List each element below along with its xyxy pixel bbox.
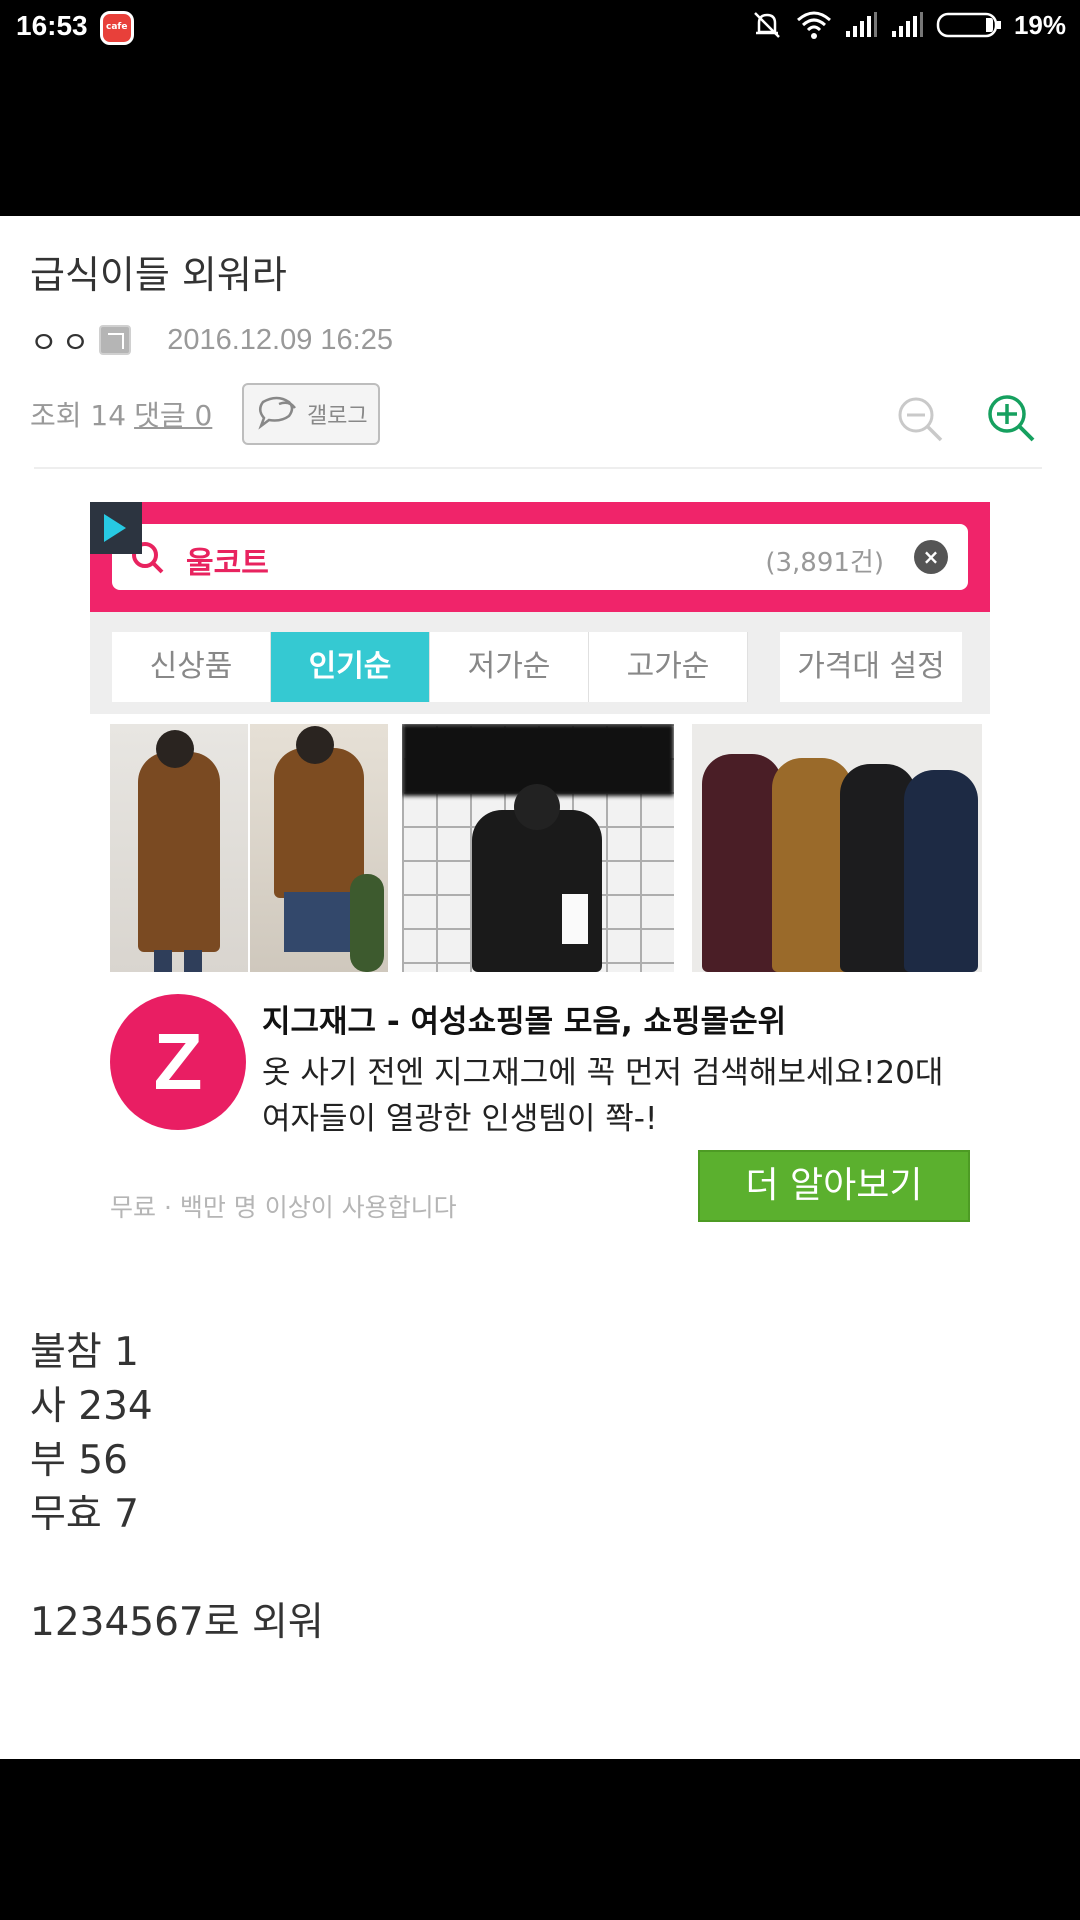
ad-play-icon xyxy=(90,502,142,554)
post-date: 2016.12.09 16:25 xyxy=(167,323,393,356)
ad-tab-popular: 인기순 xyxy=(271,632,430,702)
author-row: ㅇㅇ 2016.12.09 16:25 xyxy=(30,318,393,362)
body-line xyxy=(30,1542,324,1596)
product-photo xyxy=(402,724,674,972)
signal-icon xyxy=(845,12,877,37)
gallog-label: 갤로그 xyxy=(306,404,368,429)
divider xyxy=(34,467,1042,469)
ad-tabs-band: 신상품 인기순 저가순 고가순 가격대 설정 xyxy=(90,612,990,714)
ad-search-query: 울코트 xyxy=(186,546,269,581)
learn-more-button[interactable]: 더 알아보기 xyxy=(698,1150,970,1222)
speech-bubble-icon xyxy=(258,396,296,430)
zoom-out-icon[interactable] xyxy=(895,394,945,444)
product-photo xyxy=(692,724,982,972)
author-name[interactable]: ㅇㅇ xyxy=(30,318,93,362)
status-bar: 16:53 cafe 19% xyxy=(0,0,1080,56)
signal-icon xyxy=(891,12,923,37)
comment-count-link[interactable]: 댓글 0 xyxy=(134,394,212,434)
ad-title[interactable]: 지그재그 - 여성쇼핑몰 모음, 쇼핑몰순위 xyxy=(262,996,786,1041)
battery-percent: 19% xyxy=(1013,9,1066,40)
status-time: 16:53 xyxy=(16,10,88,41)
product-photo xyxy=(110,724,248,972)
article: 급식이들 외워라 ㅇㅇ 2016.12.09 16:25 조회 14 댓글 0 … xyxy=(0,216,1080,1759)
stats-row: 조회 14 댓글 0 갤로그 xyxy=(30,383,381,445)
ad-subtitle: 무료 · 백만 명 이상이 사용합니다 xyxy=(110,1193,457,1222)
ad-search-band: 울코트 (3,891건) × xyxy=(90,502,990,612)
zoom-in-icon[interactable] xyxy=(985,392,1037,444)
ad-tab-low-price: 저가순 xyxy=(430,632,589,702)
body-line: 무효 7 xyxy=(30,1492,139,1537)
cafe-app-icon: cafe xyxy=(100,11,134,45)
ad-sort-tabs: 신상품 인기순 저가순 고가순 xyxy=(112,632,748,702)
ad-result-count: (3,891건) xyxy=(765,548,884,578)
user-level-icon xyxy=(99,325,132,355)
clear-icon: × xyxy=(914,540,948,574)
post-body: 불참 1 사 234 부 56 무효 7 1234567로 외워 xyxy=(30,1326,324,1650)
ad-tab-high-price: 고가순 xyxy=(589,632,748,702)
gallog-button[interactable]: 갤로그 xyxy=(242,383,381,445)
ad-tab-new: 신상품 xyxy=(112,632,271,702)
post-title: 급식이들 외워라 xyxy=(30,253,287,297)
ad-search-box: 울코트 (3,891건) × xyxy=(112,524,968,590)
body-line: 부 56 xyxy=(30,1438,128,1483)
battery-icon xyxy=(936,12,1001,38)
ad-price-range-tab: 가격대 설정 xyxy=(780,632,962,702)
mute-icon xyxy=(754,12,780,38)
view-count: 조회 14 xyxy=(30,399,127,432)
ad-image[interactable]: 울코트 (3,891건) × 신상품 인기순 저가순 고가순 가격대 설정 xyxy=(90,502,990,972)
body-line: 1234567로 외워 xyxy=(30,1600,324,1645)
body-line: 불참 1 xyxy=(30,1330,139,1375)
wifi-icon xyxy=(796,11,831,39)
ad-description: 옷 사기 전엔 지그재그에 꼭 먼저 검색해보세요!20대 여자들이 열광한 인… xyxy=(262,1055,944,1137)
body-line: 사 234 xyxy=(30,1384,153,1429)
zigzag-logo[interactable]: Z xyxy=(110,994,246,1130)
product-photo xyxy=(250,724,388,972)
